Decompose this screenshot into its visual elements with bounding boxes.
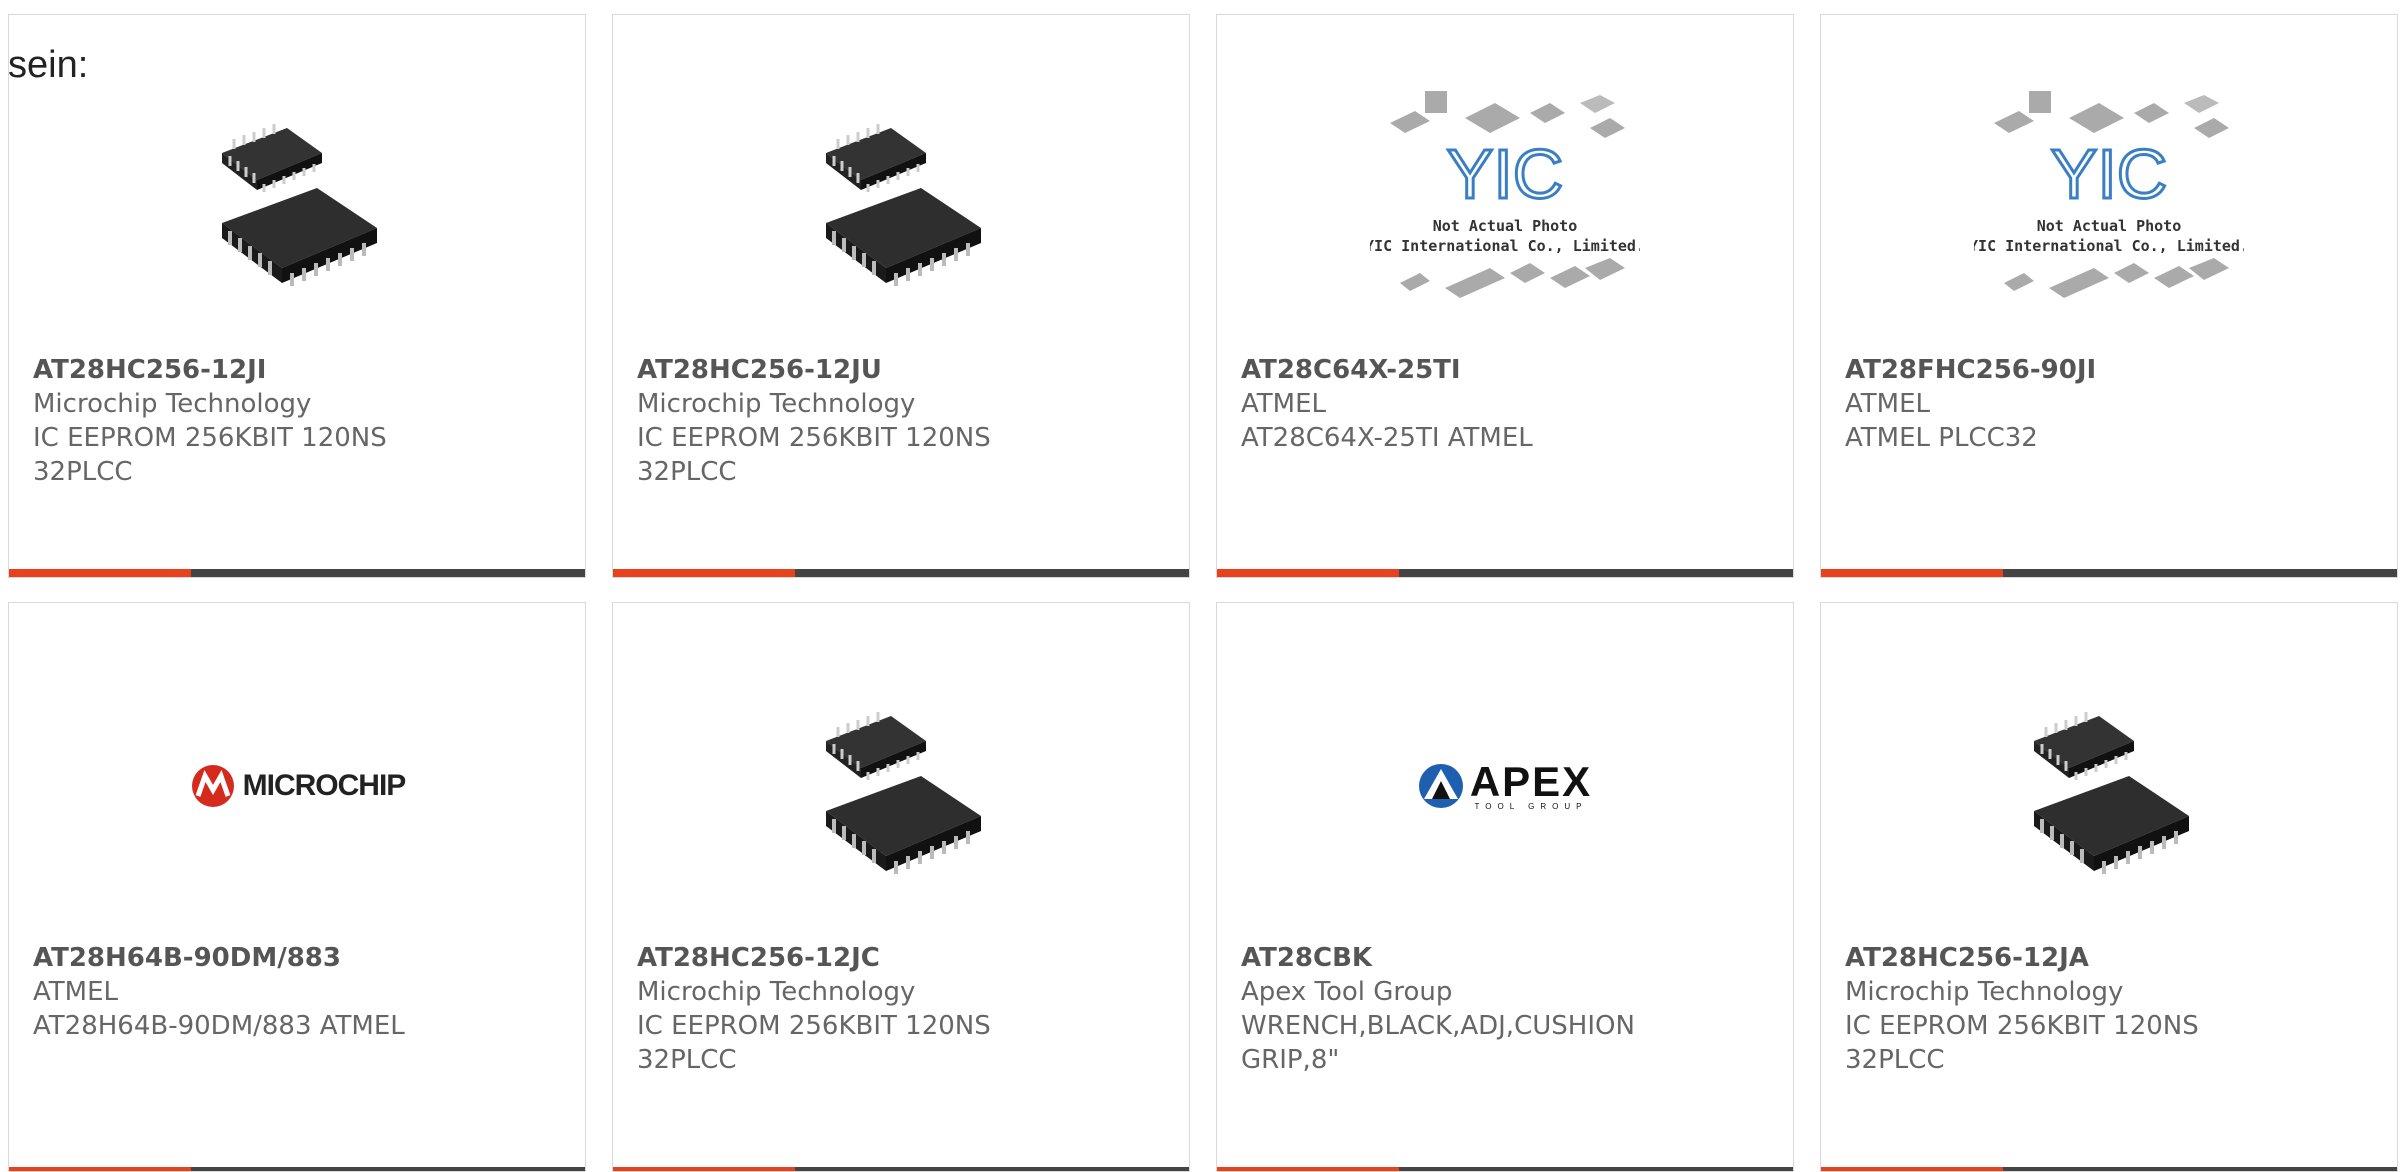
product-grid: AT28HC256-12JI Microchip Technology IC EEP… [8,14,2398,1172]
apex-logo: APEX TOOL GROUP [1418,757,1593,811]
description: IC EEPROM 256KBIT 120NS 32PLCC [637,1011,991,1075]
placeholder-caption: YIC International Co., Limited. [1370,237,1640,255]
manufacturer: ATMEL [33,977,118,1007]
part-number[interactable]: AT28H64B-90DM/883 [33,941,565,975]
manufacturer: Microchip Technology [33,389,312,419]
description: WRENCH,BLACK,ADJ,CUSHION GRIP,8" [1241,1011,1635,1075]
product-info: AT28C64X-25TI ATMEL AT28C64X-25TI ATMEL [1241,353,1773,455]
intro-text: sein: [8,44,89,86]
placeholder-caption: Not Actual Photo [1433,217,1578,235]
manufacturer: Apex Tool Group [1241,977,1453,1007]
card-accent-bar [613,1167,1189,1171]
description: ATMEL PLCC32 [1845,423,2038,453]
plcc-chip-image [826,124,981,286]
product-image[interactable]: YIC Not Actual Photo YIC International Co.… [1217,73,1793,323]
card-accent-bar [1217,569,1793,577]
part-number[interactable]: AT28HC256-12JA [1845,941,2377,975]
product-info: AT28HC256-12JC Microchip Technology IC EEP… [637,941,1169,1077]
yic-placeholder-image: YIC Not Actual Photo YIC International Co.… [1974,91,2244,298]
card-accent-bar [1217,1167,1793,1171]
manufacturer: Microchip Technology [637,977,916,1007]
placeholder-caption: YIC International Co., Limited. [1974,237,2244,255]
product-info: AT28HC256-12JI Microchip Technology IC EEP… [33,353,565,489]
product-card[interactable]: AT28HC256-12JC Microchip Technology IC EEP… [612,602,1190,1172]
product-card[interactable]: APEX TOOL GROUP AT28CBK Apex Tool Group WREN… [1216,602,1794,1172]
product-card[interactable]: YIC Not Actual Photo YIC International Co.… [1216,14,1794,578]
product-image[interactable] [1821,661,2397,911]
plcc-chip-image [2034,712,2189,874]
card-accent-bar [1821,1167,2397,1171]
plcc-chip-image [826,712,981,874]
logo-text: MICROCHIP [242,769,407,802]
part-number[interactable]: AT28CBK [1241,941,1773,975]
description: IC EEPROM 256KBIT 120NS 32PLCC [33,423,387,487]
description: IC EEPROM 256KBIT 120NS 32PLCC [1845,1011,2199,1075]
manufacturer: Microchip Technology [1845,977,2124,1007]
plcc-chip-image [222,124,377,286]
product-info: AT28HC256-12JA Microchip Technology IC EEP… [1845,941,2377,1077]
description: AT28H64B-90DM/883 ATMEL [33,1011,405,1041]
card-accent-bar [9,1167,585,1171]
placeholder-caption: Not Actual Photo [2037,217,2182,235]
microchip-logo: MICROCHIP [189,764,406,808]
logo-text: APEX [1469,757,1593,805]
part-number[interactable]: AT28C64X-25TI [1241,353,1773,387]
card-accent-bar [9,569,585,577]
product-card[interactable]: YIC Not Actual Photo YIC International Co.… [1820,14,2398,578]
logo-subtext: TOOL GROUP [1474,801,1588,811]
description: AT28C64X-25TI ATMEL [1241,423,1533,453]
product-card[interactable]: AT28HC256-12JI Microchip Technology IC EEP… [8,14,586,578]
part-number[interactable]: AT28FHC256-90JI [1845,353,2377,387]
part-number[interactable]: AT28HC256-12JC [637,941,1169,975]
product-image[interactable]: APEX TOOL GROUP [1217,661,1793,911]
part-number[interactable]: AT28HC256-12JI [33,353,565,387]
manufacturer: ATMEL [1241,389,1326,419]
yic-logo: YIC [2051,135,2168,213]
product-info: AT28FHC256-90JI ATMEL ATMEL PLCC32 [1845,353,2377,455]
card-accent-bar [613,569,1189,577]
product-info: AT28HC256-12JU Microchip Technology IC EEP… [637,353,1169,489]
product-card[interactable]: MICROCHIP AT28H64B-90DM/883 ATMEL AT28H64B-… [8,602,586,1172]
product-image[interactable]: MICROCHIP [9,661,585,911]
product-card[interactable]: AT28HC256-12JA Microchip Technology IC EEP… [1820,602,2398,1172]
product-image[interactable] [9,73,585,323]
card-accent-bar [1821,569,2397,577]
product-info: AT28CBK Apex Tool Group WRENCH,BLACK,ADJ,C… [1241,941,1773,1077]
description: IC EEPROM 256KBIT 120NS 32PLCC [637,423,991,487]
manufacturer: Microchip Technology [637,389,916,419]
product-image[interactable]: YIC Not Actual Photo YIC International Co.… [1821,73,2397,323]
manufacturer: ATMEL [1845,389,1930,419]
product-info: AT28H64B-90DM/883 ATMEL AT28H64B-90DM/883 … [33,941,565,1043]
part-number[interactable]: AT28HC256-12JU [637,353,1169,387]
yic-placeholder-image: YIC Not Actual Photo YIC International Co.… [1370,91,1640,298]
product-card[interactable]: AT28HC256-12JU Microchip Technology IC EEP… [612,14,1190,578]
product-image[interactable] [613,73,1189,323]
product-image[interactable] [613,661,1189,911]
yic-logo: YIC [1447,135,1564,213]
